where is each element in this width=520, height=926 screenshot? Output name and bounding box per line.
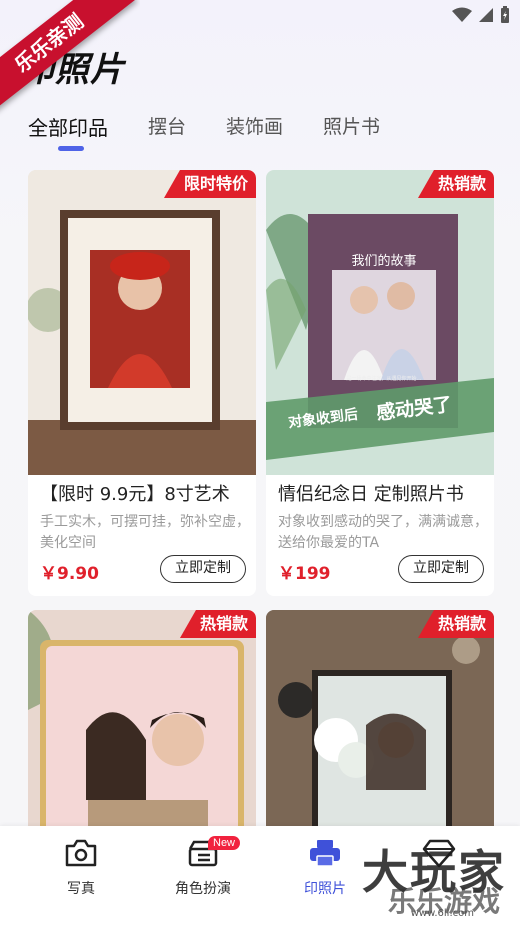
product-description: 对象收到感动的哭了，满满诚意，送给你最爱的TA (278, 514, 488, 551)
product-card-art-frame[interactable]: 限时特价 【限时 9.9元】8寸艺术 手工实木，可摆可挂，弥补空虚，美化空间 ￥… (28, 170, 256, 596)
product-card-photo-book[interactable]: 我们的故事 是一场命中注定，从遇见你开始… 对象收到后 感动哭了 热销款 情侣纪… (266, 170, 494, 596)
status-bar (0, 0, 520, 34)
product-description: 手工实木，可摆可挂，弥补空虚，美化空间 (40, 514, 250, 551)
tab-all-prints[interactable]: 全部印品 (28, 112, 108, 152)
customize-button[interactable]: 立即定制 (398, 555, 484, 583)
framed-portrait-image (28, 170, 256, 475)
new-badge: New (208, 836, 241, 850)
tab-label: 摆台 (148, 116, 187, 138)
status-icons (452, 6, 510, 24)
printer-icon (310, 840, 340, 867)
tab-decorative-painting[interactable]: 装饰画 (226, 112, 283, 152)
nav-label: 写真 (67, 881, 95, 897)
camera-icon (65, 839, 97, 867)
tab-photo-book[interactable]: 照片书 (323, 112, 380, 152)
product-price: ￥199 (278, 564, 331, 584)
nav-item-role-play[interactable]: New 角色扮演 (158, 836, 248, 898)
page-title: 印照片 (20, 50, 125, 90)
product-image: 限时特价 (28, 170, 256, 475)
book-caption-text: 是一场命中注定，从遇见你开始… (346, 376, 422, 382)
nav-item-membership[interactable] (394, 838, 484, 878)
product-title: 【限时 9.9元】8寸艺术 (40, 484, 230, 505)
product-title: 情侣纪念日 定制照片书 (278, 484, 464, 505)
category-tabs: 全部印品 摆台 装饰画 照片书 (28, 112, 420, 152)
customize-button[interactable]: 立即定制 (160, 555, 246, 583)
nav-label: 角色扮演 (175, 881, 231, 897)
tab-active-indicator (58, 146, 84, 151)
bottom-navigation: 写真 New 角色扮演 印照片 (0, 826, 520, 926)
wifi-icon (452, 7, 472, 22)
tab-desk-frame[interactable]: 摆台 (148, 112, 186, 152)
nav-label: 印照片 (304, 881, 346, 897)
product-price: ￥9.90 (40, 564, 99, 584)
book-title-text: 我们的故事 (351, 254, 417, 269)
tab-label: 装饰画 (226, 116, 284, 138)
nav-item-print-photos[interactable]: 印照片 (280, 838, 370, 898)
tab-label: 照片书 (323, 116, 381, 138)
nav-item-portrait[interactable]: 写真 (36, 838, 126, 898)
battery-icon (501, 6, 509, 23)
product-image: 我们的故事 是一场命中注定，从遇见你开始… 对象收到后 感动哭了 热销款 (266, 170, 494, 475)
tab-label: 全部印品 (28, 116, 108, 140)
promo-badge: 限时特价 (163, 170, 256, 198)
signal-icon (479, 8, 493, 22)
diamond-icon (422, 839, 456, 868)
